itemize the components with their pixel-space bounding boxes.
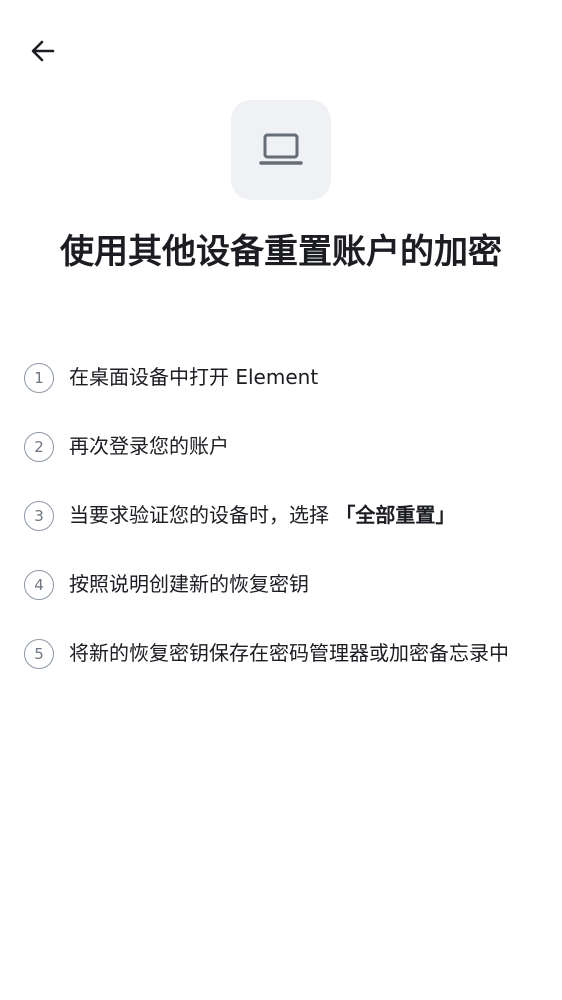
- device-icon-container: [231, 100, 331, 200]
- step-number-badge: 4: [24, 570, 54, 600]
- arrow-left-icon: [31, 40, 55, 62]
- step-item: 1 在桌面设备中打开 Element: [24, 362, 540, 393]
- page-title: 使用其他设备重置账户的加密: [60, 232, 502, 272]
- step-number-badge: 2: [24, 432, 54, 462]
- step-text: 再次登录您的账户: [69, 434, 229, 458]
- step-text-plain: 当要求验证您的设备时，选择: [69, 503, 336, 527]
- step-item: 4 按照说明创建新的恢复密钥: [24, 569, 540, 600]
- back-button[interactable]: [22, 30, 64, 72]
- step-text-bold-option: 「全部重置」: [335, 503, 456, 527]
- laptop-icon: [259, 133, 303, 165]
- step-text: 当要求验证您的设备时，选择 「全部重置」: [69, 500, 540, 531]
- step-number-badge: 5: [24, 639, 54, 669]
- step-item: 5 将新的恢复密钥保存在密码管理器或加密备忘录中: [24, 638, 540, 669]
- step-item: 2 再次登录您的账户: [24, 431, 540, 462]
- step-number-badge: 3: [24, 501, 54, 531]
- step-text: 将新的恢复密钥保存在密码管理器或加密备忘录中: [69, 641, 509, 665]
- instruction-steps: 1 在桌面设备中打开 Element 2 再次登录您的账户 3 当要求验证您的设…: [24, 362, 540, 707]
- step-item: 3 当要求验证您的设备时，选择 「全部重置」: [24, 500, 540, 531]
- step-text: 在桌面设备中打开 Element: [69, 365, 319, 389]
- step-text: 按照说明创建新的恢复密钥: [69, 572, 309, 596]
- step-number-badge: 1: [24, 363, 54, 393]
